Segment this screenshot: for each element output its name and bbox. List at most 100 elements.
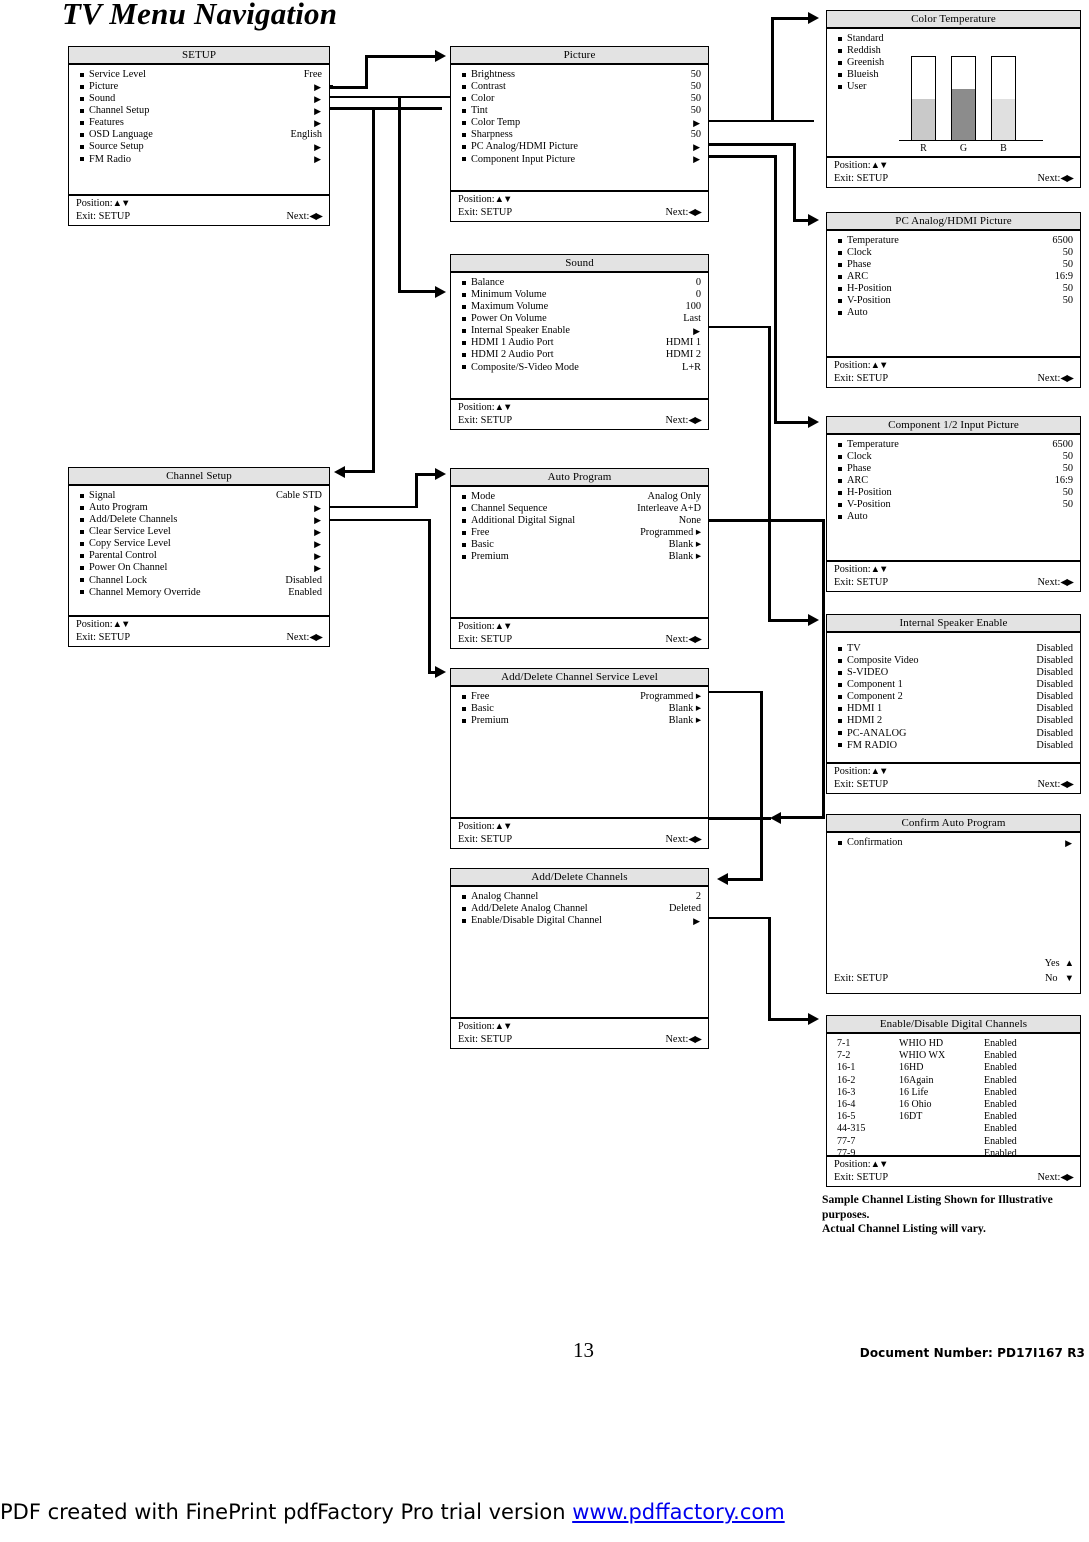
panel-internal-speaker-enable[interactable]: Internal Speaker Enable TV Disabled Compo… <box>826 614 1081 794</box>
menu-item-label: Features <box>89 117 124 129</box>
menu-item[interactable]: Clock 50 <box>834 451 1073 463</box>
menu-item[interactable]: Free Programmed ▸ <box>458 527 701 539</box>
menu-item[interactable]: Analog Channel 2 <box>458 891 701 903</box>
menu-item[interactable]: Signal Cable STD <box>76 490 322 502</box>
table-row[interactable]: 77-7 Enabled <box>837 1136 1073 1148</box>
menu-item[interactable]: Add/Delete Channels ▶ <box>76 514 322 526</box>
panel-pc-analog-hdmi-picture[interactable]: PC Analog/HDMI Picture Temperature 6500 C… <box>826 212 1081 388</box>
menu-item[interactable]: V-Position 50 <box>834 499 1073 511</box>
table-row[interactable]: 16-2 16Again Enabled <box>837 1075 1073 1087</box>
panel-color-temperature[interactable]: Color Temperature Standard Reddish Green… <box>826 10 1081 188</box>
menu-item[interactable]: TV Disabled <box>834 643 1073 655</box>
menu-item[interactable]: OSD Language English <box>76 129 322 141</box>
menu-item[interactable]: Maximum Volume 100 <box>458 301 701 313</box>
menu-item[interactable]: Temperature 6500 <box>834 439 1073 451</box>
menu-item[interactable]: Sound ▶ <box>76 93 322 105</box>
menu-item[interactable]: Component 1 Disabled <box>834 679 1073 691</box>
menu-item[interactable]: H-Position 50 <box>834 283 1073 295</box>
menu-item[interactable]: FM RADIO Disabled <box>834 740 1073 752</box>
menu-item[interactable]: ARC 16:9 <box>834 475 1073 487</box>
menu-item[interactable]: Temperature 6500 <box>834 235 1073 247</box>
menu-item[interactable]: Channel Sequence Interleave A+D <box>458 503 701 515</box>
menu-item[interactable]: Features ▶ <box>76 117 322 129</box>
panel-channel-setup[interactable]: Channel Setup Signal Cable STD Auto Progr… <box>68 467 330 647</box>
menu-item[interactable]: H-Position 50 <box>834 487 1073 499</box>
menu-item[interactable]: Tint 50 <box>458 105 701 117</box>
menu-item[interactable]: HDMI 1 Audio Port HDMI 1 <box>458 337 701 349</box>
panel-setup[interactable]: SETUP Service Level Free Picture ▶ Sound ▶ … <box>68 46 330 226</box>
table-row[interactable]: 7-2 WHIO WX Enabled <box>837 1050 1073 1062</box>
menu-item[interactable]: Basic Blank ▸ <box>458 703 701 715</box>
table-row[interactable]: 16-1 16HD Enabled <box>837 1062 1073 1074</box>
table-row[interactable]: 16-5 16DT Enabled <box>837 1111 1073 1123</box>
menu-item[interactable]: Mode Analog Only <box>458 491 701 503</box>
bar-g[interactable] <box>951 56 976 141</box>
menu-item[interactable]: Composite/S-Video Mode L+R <box>458 362 701 374</box>
menu-item[interactable]: Additional Digital Signal None <box>458 515 701 527</box>
menu-item[interactable]: HDMI 2 Disabled <box>834 716 1073 728</box>
panel-component-input-picture[interactable]: Component 1/2 Input Picture Temperature 6… <box>826 416 1081 592</box>
menu-item[interactable]: Clear Service Level ▶ <box>76 526 322 538</box>
table-row[interactable]: 16-4 16 Ohio Enabled <box>837 1099 1073 1111</box>
panel-auto-program[interactable]: Auto Program Mode Analog Only Channel Seq… <box>450 468 709 649</box>
yes-label[interactable]: Yes <box>1045 959 1060 970</box>
menu-item[interactable]: Minimum Volume 0 <box>458 289 701 301</box>
menu-item[interactable]: HDMI 1 Disabled <box>834 703 1073 715</box>
menu-item[interactable]: PC-ANALOG Disabled <box>834 728 1073 740</box>
menu-item[interactable]: V-Position 50 <box>834 295 1073 307</box>
menu-item[interactable]: Sharpness 50 <box>458 129 701 141</box>
menu-item[interactable]: Component Input Picture ▶ <box>458 154 701 166</box>
menu-item[interactable]: Premium Blank ▸ <box>458 715 701 727</box>
bar-r[interactable] <box>911 56 936 141</box>
menu-item[interactable]: Channel Setup ▶ <box>76 105 322 117</box>
panel-add-delete-channel-service-level[interactable]: Add/Delete Channel Service Level Free Pro… <box>450 668 709 849</box>
menu-item[interactable]: FM Radio ▶ <box>76 154 322 166</box>
table-row[interactable]: 44-315 Enabled <box>837 1123 1073 1135</box>
panel-enable-disable-digital-channels[interactable]: Enable/Disable Digital Channels 7-1 WHIO … <box>826 1015 1081 1187</box>
table-row[interactable]: 16-3 16 Life Enabled <box>837 1087 1073 1099</box>
menu-item[interactable]: Phase 50 <box>834 259 1073 271</box>
menu-item[interactable]: Add/Delete Analog Channel Deleted <box>458 903 701 915</box>
menu-item[interactable]: Free Programmed ▸ <box>458 691 701 703</box>
menu-item[interactable]: Phase 50 <box>834 463 1073 475</box>
menu-item[interactable]: Auto <box>834 308 1073 320</box>
menu-item[interactable]: Component 2 Disabled <box>834 691 1073 703</box>
panel-add-delete-channels[interactable]: Add/Delete Channels Analog Channel 2 Add/… <box>450 868 709 1049</box>
menu-item[interactable]: Composite Video Disabled <box>834 655 1073 667</box>
menu-item[interactable]: Internal Speaker Enable ▶ <box>458 325 701 337</box>
table-row[interactable]: 7-1 WHIO HD Enabled <box>837 1038 1073 1050</box>
menu-item[interactable]: Enable/Disable Digital Channel ▶ <box>458 915 701 927</box>
menu-item[interactable]: Copy Service Level ▶ <box>76 538 322 550</box>
panel-picture[interactable]: Picture Brightness 50 Contrast 50 Color 50 … <box>450 46 709 222</box>
menu-item-label: Service Level <box>89 68 146 80</box>
menu-item[interactable]: Brightness 50 <box>458 69 701 81</box>
menu-item[interactable]: Parental Control ▶ <box>76 550 322 562</box>
menu-item[interactable]: Premium Blank ▸ <box>458 551 701 563</box>
bar-b[interactable] <box>991 56 1016 141</box>
no-label[interactable]: No <box>1045 974 1058 985</box>
menu-item[interactable]: Service Level Free <box>76 69 322 81</box>
menu-item[interactable]: Confirmation ▶ <box>834 837 1073 849</box>
menu-item[interactable]: Clock 50 <box>834 247 1073 259</box>
menu-item[interactable]: S-VIDEO Disabled <box>834 667 1073 679</box>
menu-item[interactable]: Standard <box>834 33 1073 45</box>
menu-item[interactable]: Color 50 <box>458 93 701 105</box>
menu-item[interactable]: Channel Memory Override Enabled <box>76 587 322 599</box>
menu-item[interactable]: Source Setup ▶ <box>76 142 322 154</box>
menu-item[interactable]: Balance 0 <box>458 277 701 289</box>
menu-item[interactable]: HDMI 2 Audio Port HDMI 2 <box>458 350 701 362</box>
pdffactory-link[interactable]: www.pdffactory.com <box>572 1500 785 1524</box>
menu-item[interactable]: Basic Blank ▸ <box>458 539 701 551</box>
panel-sound[interactable]: Sound Balance 0 Minimum Volume 0 Maximum V… <box>450 254 709 430</box>
menu-item[interactable]: Contrast 50 <box>458 81 701 93</box>
menu-item[interactable]: ARC 16:9 <box>834 271 1073 283</box>
menu-item[interactable]: Color Temp ▶ <box>458 117 701 129</box>
menu-item[interactable]: Auto Program ▶ <box>76 502 322 514</box>
menu-item[interactable]: Auto <box>834 512 1073 524</box>
menu-item[interactable]: Power On Channel ▶ <box>76 563 322 575</box>
panel-confirm-auto-program[interactable]: Confirm Auto Program Confirmation ▶ Yes ▲ … <box>826 814 1081 994</box>
menu-item[interactable]: Channel Lock Disabled <box>76 575 322 587</box>
menu-item[interactable]: PC Analog/HDMI Picture ▶ <box>458 142 701 154</box>
menu-item[interactable]: Picture ▶ <box>76 81 322 93</box>
menu-item[interactable]: Power On Volume Last <box>458 313 701 325</box>
